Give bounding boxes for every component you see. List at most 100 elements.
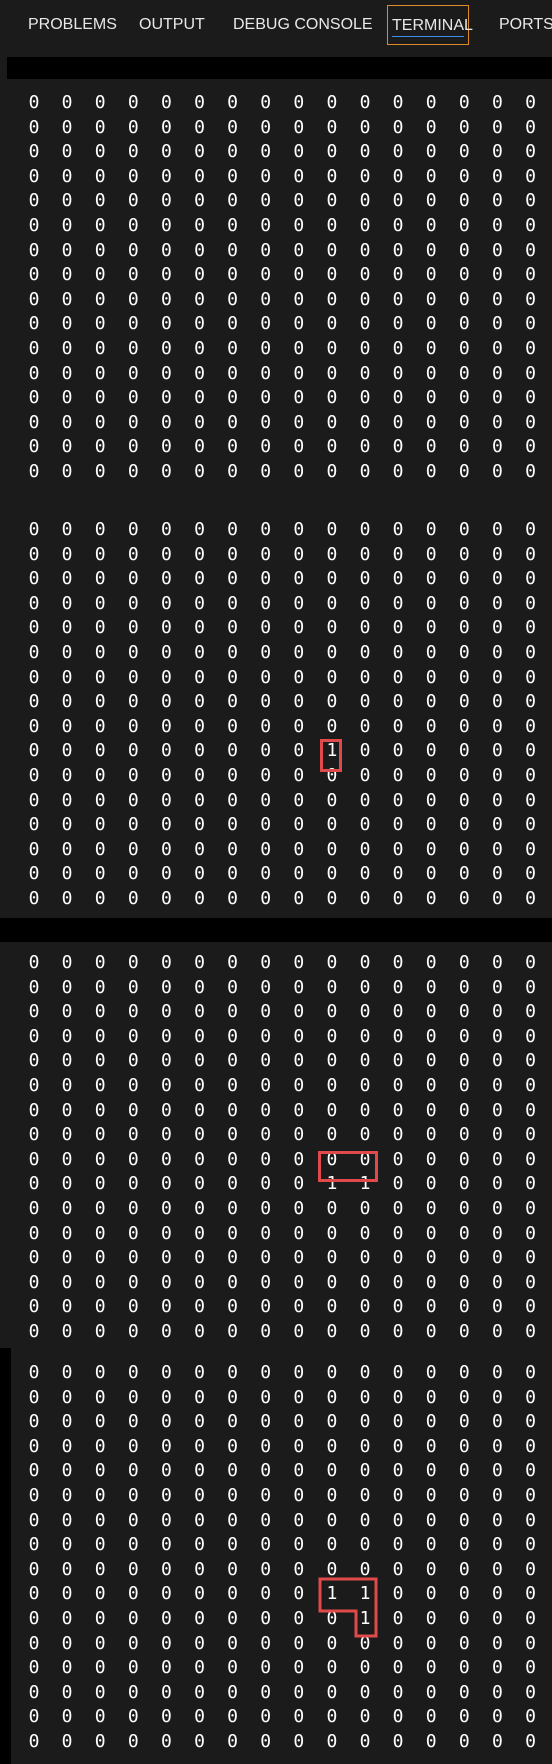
terminal-cell: 0 xyxy=(293,1435,305,1457)
terminal-cell: 0 xyxy=(127,568,139,590)
terminal-cell: 0 xyxy=(28,952,40,973)
terminal-cell: 0 xyxy=(160,239,172,261)
terminal-cell: 0 xyxy=(525,1296,536,1318)
terminal-cell: 0 xyxy=(61,765,73,786)
terminal-cell: 0 xyxy=(160,740,172,762)
terminal-cell: 0 xyxy=(525,617,536,639)
terminal-row: 0 0 0 0 0 0 0 0 0 0 0 0 0 0 0 0000000000… xyxy=(0,337,552,361)
terminal-cell: 0 xyxy=(127,1025,139,1047)
terminal-cell: 0 xyxy=(160,543,172,565)
terminal-cell: 0 xyxy=(425,1001,437,1023)
terminal-cell: 0 xyxy=(392,1534,404,1556)
tab-terminal[interactable]: TERMINAL xyxy=(387,5,473,45)
terminal-cell: 0 xyxy=(359,568,371,590)
terminal-cell: 0 xyxy=(392,1558,404,1580)
terminal-cell: 0 xyxy=(458,215,470,236)
terminal-cell: 0 xyxy=(227,313,239,335)
terminal-cell: 0 xyxy=(94,1075,106,1096)
terminal-cell: 0 xyxy=(28,715,40,737)
terminal-cell: 0 xyxy=(425,215,437,236)
tab-problems[interactable]: PROBLEMS xyxy=(28,5,117,45)
terminal-cell: 0 xyxy=(425,264,437,286)
terminal-cell: 0 xyxy=(194,411,205,433)
terminal-cell: 0 xyxy=(491,1558,503,1580)
terminal-cell: 0 xyxy=(425,765,437,786)
terminal-cell: 0 xyxy=(260,387,272,409)
terminal-cell: 0 xyxy=(28,1534,40,1556)
terminal-cell: 0 xyxy=(491,1435,503,1457)
terminal-cell: 0 xyxy=(293,1509,305,1531)
terminal-cell: 0 xyxy=(194,519,205,540)
terminal-cell: 0 xyxy=(491,1681,503,1703)
terminal-cell: 0 xyxy=(458,1075,470,1096)
terminal-cell: 0 xyxy=(425,543,437,565)
terminal-cell: 0 xyxy=(326,814,338,836)
terminal-cell: 0 xyxy=(392,1435,404,1457)
terminal-cell: 0 xyxy=(326,1124,338,1146)
terminal-cell: 0 xyxy=(293,1362,305,1383)
terminal-cell: 0 xyxy=(293,1124,305,1146)
terminal-cell: 0 xyxy=(160,1148,172,1170)
terminal-cell: 0 xyxy=(425,814,437,836)
terminal-cell: 0 xyxy=(491,1001,503,1023)
terminal-cell: 0 xyxy=(425,288,437,310)
terminal-row: 0 0 0 0 0 0 0 0 0 0 0 0 0 0 0 0000000000… xyxy=(0,1271,552,1295)
terminal-cell: 0 xyxy=(359,1558,371,1580)
terminal-cell: 0 xyxy=(425,1148,437,1170)
terminal-cell: 0 xyxy=(293,1731,305,1752)
terminal-cell: 0 xyxy=(425,519,437,540)
terminal-cell: 0 xyxy=(359,1075,371,1096)
terminal-cell: 0 xyxy=(425,116,437,138)
tab-ports[interactable]: PORTS xyxy=(499,5,552,45)
terminal-cell: 0 xyxy=(491,765,503,786)
terminal-cell: 0 xyxy=(491,666,503,688)
terminal-cell: 1 xyxy=(326,740,338,762)
terminal-cell: 0 xyxy=(260,543,272,565)
terminal-cell: 0 xyxy=(525,313,536,335)
terminal-cell: 0 xyxy=(392,715,404,737)
tab-debug-console[interactable]: DEBUG CONSOLE xyxy=(233,5,373,45)
terminal-cell: 0 xyxy=(127,952,139,973)
terminal-cell: 0 xyxy=(227,1198,239,1219)
terminal-cell: 0 xyxy=(525,1148,536,1170)
terminal-row: 0 0 0 0 0 0 0 0 0 0 0 0 0 0 0 0000000000… xyxy=(0,116,552,140)
terminal-cell: 0 xyxy=(227,1075,239,1096)
terminal-cell: 0 xyxy=(61,1099,73,1121)
terminal-cell: 0 xyxy=(525,740,536,762)
terminal-cell: 0 xyxy=(392,165,404,187)
terminal-cell: 0 xyxy=(458,765,470,786)
terminal-cell: 0 xyxy=(359,1124,371,1146)
terminal-cell: 0 xyxy=(326,411,338,433)
terminal-cell: 0 xyxy=(326,239,338,261)
terminal-cell: 0 xyxy=(260,1534,272,1556)
terminal-cell: 0 xyxy=(127,1731,139,1752)
terminal-cell: 0 xyxy=(94,1025,106,1047)
terminal-cell: 0 xyxy=(28,1198,40,1219)
terminal-cell: 0 xyxy=(525,411,536,433)
terminal-cell: 0 xyxy=(160,1321,172,1342)
terminal-cell: 0 xyxy=(326,1198,338,1219)
terminal-cell: 0 xyxy=(28,362,40,384)
terminal-cell: 0 xyxy=(160,165,172,187)
terminal-cell: 0 xyxy=(194,116,205,138)
terminal-cell: 0 xyxy=(227,288,239,310)
terminal-cell: 0 xyxy=(94,313,106,335)
terminal-cell: 0 xyxy=(160,1558,172,1580)
terminal-cell: 0 xyxy=(28,165,40,187)
terminal-cell: 0 xyxy=(392,642,404,663)
terminal-cell: 0 xyxy=(359,976,371,998)
terminal-cell: 0 xyxy=(458,362,470,384)
terminal-cell: 0 xyxy=(293,1198,305,1219)
terminal-cell: 0 xyxy=(194,387,205,409)
terminal-cell: 0 xyxy=(525,387,536,409)
terminal-cell: 0 xyxy=(94,592,106,614)
terminal-cell: 0 xyxy=(425,1386,437,1408)
tab-output[interactable]: OUTPUT xyxy=(139,5,205,45)
terminal-cell: 0 xyxy=(28,642,40,663)
terminal-cell: 0 xyxy=(260,568,272,590)
terminal-cell: 0 xyxy=(61,215,73,236)
terminal-cell: 0 xyxy=(293,1099,305,1121)
terminal-cell: 0 xyxy=(127,288,139,310)
terminal-cell: 0 xyxy=(260,1025,272,1047)
terminal-cell: 0 xyxy=(28,1386,40,1408)
